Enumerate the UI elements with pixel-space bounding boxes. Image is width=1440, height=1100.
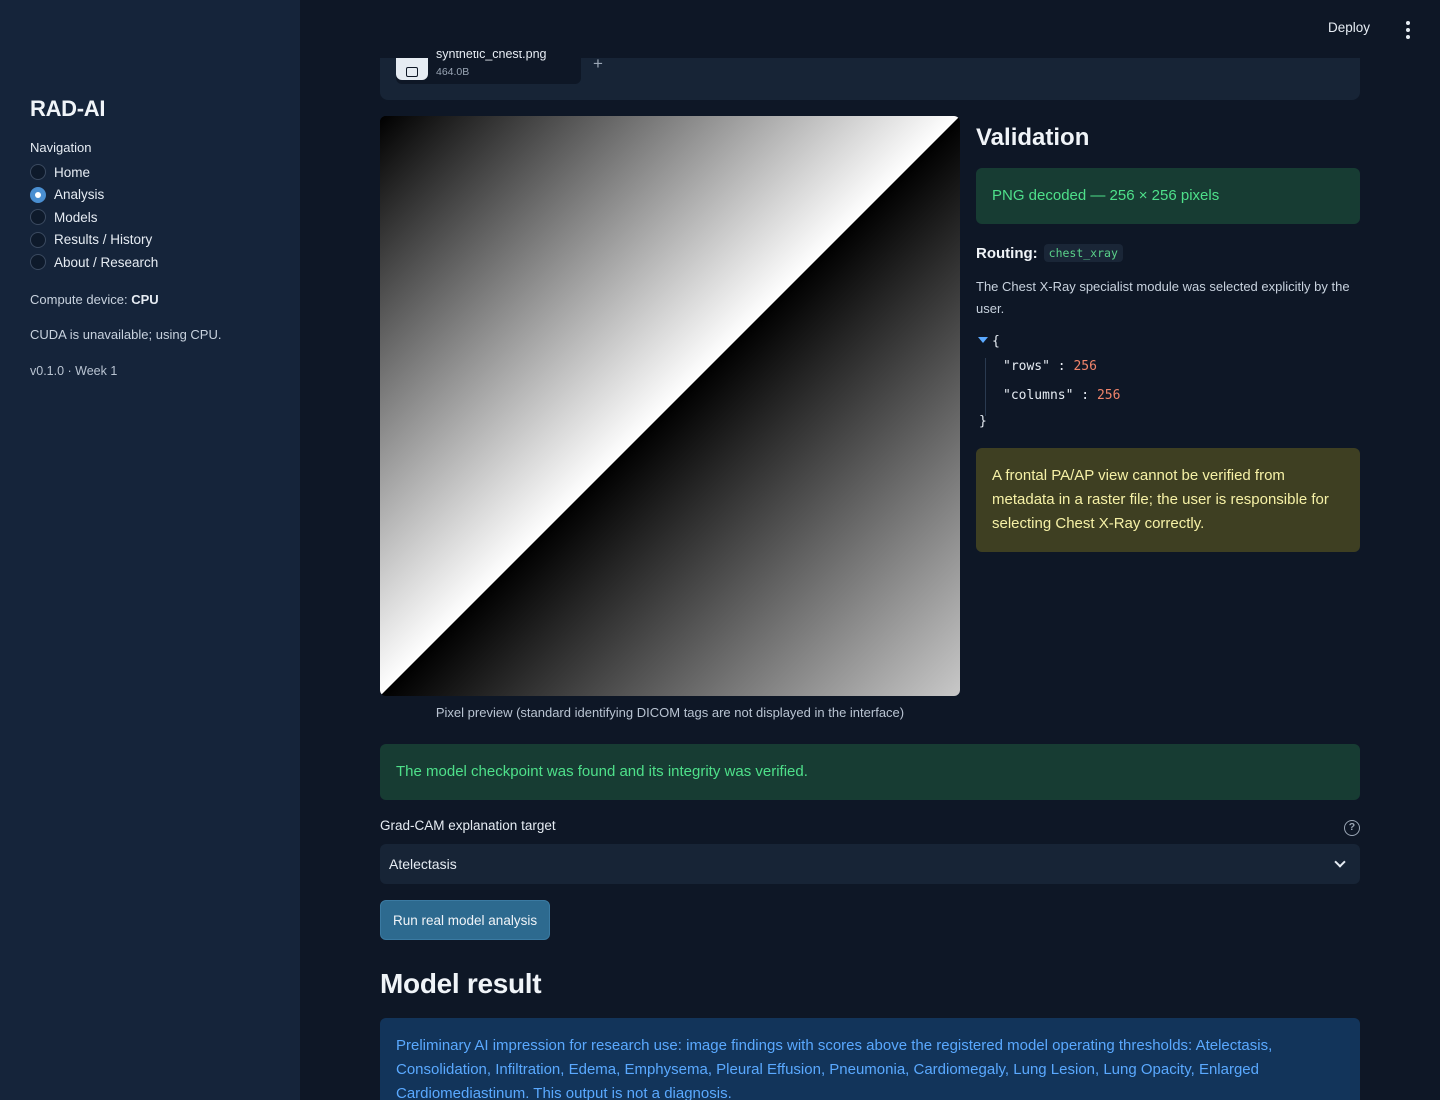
navigation-label: Navigation xyxy=(30,140,92,155)
nav-item-home[interactable]: Home xyxy=(30,161,270,184)
uploaded-file-chip: synthetic_chest.png 464.0B xyxy=(396,51,581,84)
routing-label: Routing: xyxy=(976,244,1038,262)
sidebar: RAD-AI Navigation Home Analysis Models R… xyxy=(0,0,300,1100)
checkpoint-success-alert: The model checkpoint was found and its i… xyxy=(380,744,1360,800)
routing-value: chest_xray xyxy=(1043,244,1123,262)
radio-results-history[interactable] xyxy=(30,231,46,248)
nav-item-label: Results / History xyxy=(54,232,153,248)
warning-message: A frontal PA/AP view cannot be verified … xyxy=(992,467,1329,532)
view-warning-alert: A frontal PA/AP view cannot be verified … xyxy=(976,448,1360,552)
image-file-icon xyxy=(396,58,428,80)
add-file-button[interactable]: + xyxy=(593,54,603,74)
navigation-radio-group: Home Analysis Models Results / History A… xyxy=(30,161,270,274)
routing-row: Routing: chest_xray xyxy=(976,244,1360,262)
version-label: v0.1.0 · Week 1 xyxy=(30,363,118,378)
deploy-button[interactable]: Deploy xyxy=(1328,20,1370,35)
nav-item-about-research[interactable]: About / Research xyxy=(30,251,270,274)
compute-device: Compute device: CPU xyxy=(30,292,270,307)
pixel-preview-image xyxy=(380,116,960,696)
gradcam-target-label: Grad-CAM explanation target xyxy=(380,818,556,833)
chevron-down-icon xyxy=(1334,856,1346,868)
uploaded-file-size: 464.0B xyxy=(436,66,470,78)
nav-item-label: Home xyxy=(54,164,91,180)
radio-about-research[interactable] xyxy=(30,254,46,271)
nav-item-models[interactable]: Models xyxy=(30,206,270,229)
collapse-caret-icon[interactable] xyxy=(978,337,988,343)
cuda-note: CUDA is unavailable; using CPU. xyxy=(30,326,222,342)
validation-heading: Validation xyxy=(976,124,1090,151)
impression-text: Preliminary AI impression for research u… xyxy=(396,1037,1273,1100)
nav-item-label: Analysis xyxy=(54,187,105,203)
uploaded-file-name: synthetic_chest.png xyxy=(436,51,547,61)
preview-caption: Pixel preview (standard identifying DICO… xyxy=(435,705,905,720)
json-viewer: { "rows" : 256 "columns" : 256 } xyxy=(976,334,1360,440)
gradcam-selected-value: Atelectasis xyxy=(389,856,457,872)
gradcam-target-select[interactable]: Atelectasis xyxy=(380,844,1360,884)
radio-models[interactable] xyxy=(30,209,46,226)
nav-item-label: Models xyxy=(54,209,98,225)
kebab-menu-icon[interactable] xyxy=(1402,21,1414,39)
json-close-brace: } xyxy=(979,414,987,429)
file-uploader: synthetic_chest.png 464.0B + xyxy=(380,51,1360,100)
radio-home[interactable] xyxy=(30,164,46,181)
run-analysis-button[interactable]: Run real model analysis xyxy=(380,900,551,940)
routing-description: The Chest X-Ray specialist module was se… xyxy=(976,279,1350,316)
json-row-rows: "rows" : 256 xyxy=(1003,359,1097,374)
json-row-columns: "columns" : 256 xyxy=(1003,388,1121,403)
compute-device-value: CPU xyxy=(131,291,159,307)
nav-item-results-history[interactable]: Results / History xyxy=(30,229,270,252)
checkpoint-message: The model checkpoint was found and its i… xyxy=(396,763,808,780)
compute-device-label: Compute device: xyxy=(30,291,128,307)
app-title: RAD-AI xyxy=(30,96,106,121)
decoded-success-alert: PNG decoded — 256 × 256 pixels xyxy=(976,168,1360,224)
model-result-heading: Model result xyxy=(380,968,542,999)
json-open-brace: { xyxy=(992,334,1000,349)
radio-analysis[interactable] xyxy=(30,186,46,203)
help-icon[interactable]: ? xyxy=(1344,820,1360,836)
decoded-message: PNG decoded — 256 × 256 pixels xyxy=(992,187,1220,204)
validation-panel: Validation PNG decoded — 256 × 256 pixel… xyxy=(976,116,1360,552)
nav-item-analysis[interactable]: Analysis xyxy=(30,184,270,207)
image-preview xyxy=(380,116,960,696)
model-impression-alert: Preliminary AI impression for research u… xyxy=(380,1018,1360,1100)
nav-item-label: About / Research xyxy=(54,254,159,270)
